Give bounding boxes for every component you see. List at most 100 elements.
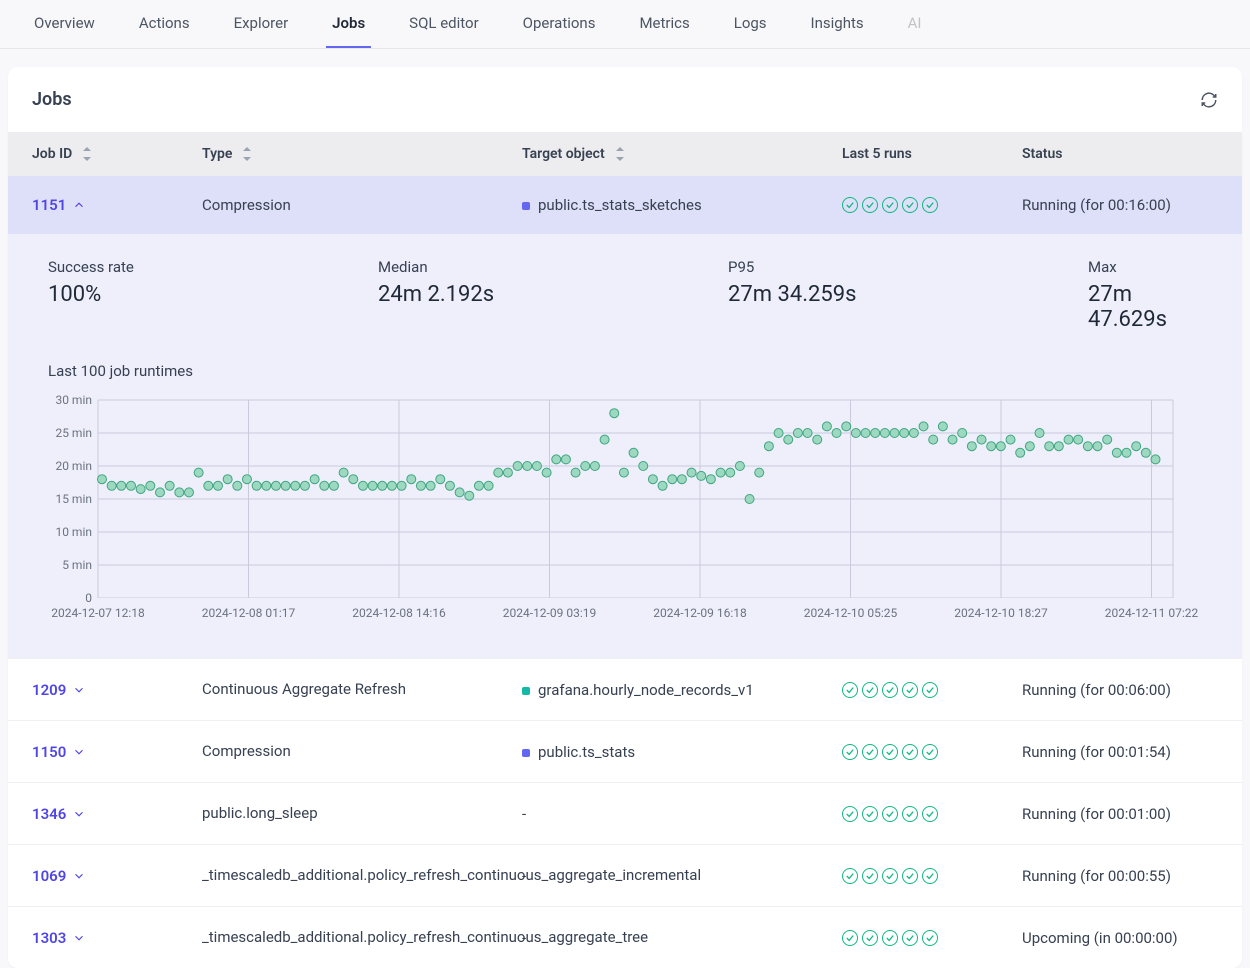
check-icon [862, 744, 878, 760]
job-type: Continuous Aggregate Refresh [202, 679, 502, 700]
col-type[interactable]: Type [202, 146, 522, 162]
x-tick-label: 2024-12-09 03:19 [503, 606, 596, 620]
job-status: Running (for 00:01:00) [1022, 805, 1218, 823]
check-icon [842, 868, 858, 884]
check-icon [882, 744, 898, 760]
job-id-link[interactable]: 1303 [32, 929, 202, 947]
y-tick-label: 20 min [48, 459, 92, 473]
check-icon [862, 868, 878, 884]
job-type: _timescaledb_additional.policy_refresh_c… [202, 927, 502, 948]
check-icon [902, 682, 918, 698]
sort-icon [82, 147, 92, 161]
x-tick-label: 2024-12-10 18:27 [954, 606, 1047, 620]
check-icon [862, 930, 878, 946]
job-id-link[interactable]: 1346 [32, 805, 202, 823]
col-target[interactable]: Target object [522, 146, 842, 162]
card-header: Jobs [8, 67, 1242, 132]
target-color-dot [522, 749, 530, 757]
y-tick-label: 5 min [48, 558, 92, 572]
stat-median: Median 24m 2.192s [378, 258, 728, 332]
table-row[interactable]: 1303 _timescaledb_additional.policy_refr… [8, 906, 1242, 968]
job-status: Upcoming (in 00:00:00) [1022, 929, 1218, 947]
job-type: Compression [202, 196, 522, 214]
stat-p95: P95 27m 34.259s [728, 258, 1088, 332]
y-tick-label: 25 min [48, 426, 92, 440]
x-tick-label: 2024-12-11 07:22 [1105, 606, 1198, 620]
job-target: - [522, 805, 842, 823]
last-5-runs [842, 744, 1022, 760]
tab-insights[interactable]: Insights [805, 0, 870, 48]
last-5-runs [842, 930, 1022, 946]
refresh-icon[interactable] [1200, 91, 1218, 109]
table-row[interactable]: 1150 Compression public.ts_stats Running… [8, 720, 1242, 782]
check-icon [902, 197, 918, 213]
x-tick-label: 2024-12-07 12:18 [51, 606, 144, 620]
check-icon [842, 806, 858, 822]
table-header: Job ID Type Target object Last 5 runs St… [8, 132, 1242, 176]
check-icon [882, 930, 898, 946]
table-row[interactable]: 1346 public.long_sleep - Running (for 00… [8, 782, 1242, 844]
x-tick-label: 2024-12-08 01:17 [202, 606, 295, 620]
chart-title: Last 100 job runtimes [48, 362, 1202, 380]
tab-operations[interactable]: Operations [517, 0, 602, 48]
job-target: - [522, 929, 842, 947]
chevron-down-icon [72, 807, 86, 821]
tab-actions[interactable]: Actions [133, 0, 196, 48]
y-tick-label: 15 min [48, 492, 92, 506]
target-color-dot [522, 687, 530, 695]
job-id-link[interactable]: 1151 [32, 196, 202, 214]
job-type: _timescaledb_additional.policy_refresh_c… [202, 865, 502, 886]
top-tabs: Overview Actions Explorer Jobs SQL edito… [0, 0, 1250, 49]
check-icon [922, 806, 938, 822]
job-id-link[interactable]: 1209 [32, 681, 202, 699]
check-icon [842, 682, 858, 698]
table-row[interactable]: 1209 Continuous Aggregate Refresh grafan… [8, 658, 1242, 720]
check-icon [862, 682, 878, 698]
y-tick-label: 0 [48, 591, 92, 605]
check-icon [842, 744, 858, 760]
last-5-runs [842, 197, 1022, 213]
job-target: - [522, 867, 842, 885]
tab-explorer[interactable]: Explorer [228, 0, 295, 48]
tab-metrics[interactable]: Metrics [633, 0, 695, 48]
check-icon [902, 744, 918, 760]
last-5-runs [842, 868, 1022, 884]
check-icon [922, 868, 938, 884]
stats-row: Success rate 100% Median 24m 2.192s P95 … [48, 258, 1202, 332]
table-row-selected[interactable]: 1151 Compression public.ts_stats_sketche… [8, 176, 1242, 234]
runtime-chart: 05 min10 min15 min20 min25 min30 min2024… [48, 398, 1178, 628]
y-tick-label: 10 min [48, 525, 92, 539]
col-status: Status [1022, 146, 1218, 162]
chevron-down-icon [72, 745, 86, 759]
job-status: Running (for 00:06:00) [1022, 681, 1218, 699]
check-icon [922, 197, 938, 213]
job-type: public.long_sleep [202, 803, 502, 824]
check-icon [902, 806, 918, 822]
job-id-link[interactable]: 1150 [32, 743, 202, 761]
last-5-runs [842, 806, 1022, 822]
job-status: Running (for 00:00:55) [1022, 867, 1218, 885]
tab-jobs[interactable]: Jobs [326, 0, 371, 48]
job-target: grafana.hourly_node_records_v1 [522, 681, 842, 699]
check-icon [922, 930, 938, 946]
tab-sql-editor[interactable]: SQL editor [403, 0, 485, 48]
check-icon [862, 806, 878, 822]
tab-overview[interactable]: Overview [28, 0, 101, 48]
check-icon [882, 806, 898, 822]
table-row[interactable]: 1069 _timescaledb_additional.policy_refr… [8, 844, 1242, 906]
chevron-down-icon [72, 683, 86, 697]
stat-max: Max 27m 47.629s [1088, 258, 1202, 332]
job-id-link[interactable]: 1069 [32, 867, 202, 885]
check-icon [882, 868, 898, 884]
scatter-chart [48, 398, 1178, 598]
y-tick-label: 30 min [48, 393, 92, 407]
job-target: public.ts_stats [522, 743, 842, 761]
check-icon [902, 930, 918, 946]
check-icon [882, 197, 898, 213]
col-job-id[interactable]: Job ID [32, 146, 202, 162]
x-tick-label: 2024-12-10 05:25 [804, 606, 897, 620]
x-tick-label: 2024-12-08 14:16 [352, 606, 445, 620]
job-status: Running (for 00:01:54) [1022, 743, 1218, 761]
tab-logs[interactable]: Logs [728, 0, 773, 48]
sort-icon [242, 147, 252, 161]
